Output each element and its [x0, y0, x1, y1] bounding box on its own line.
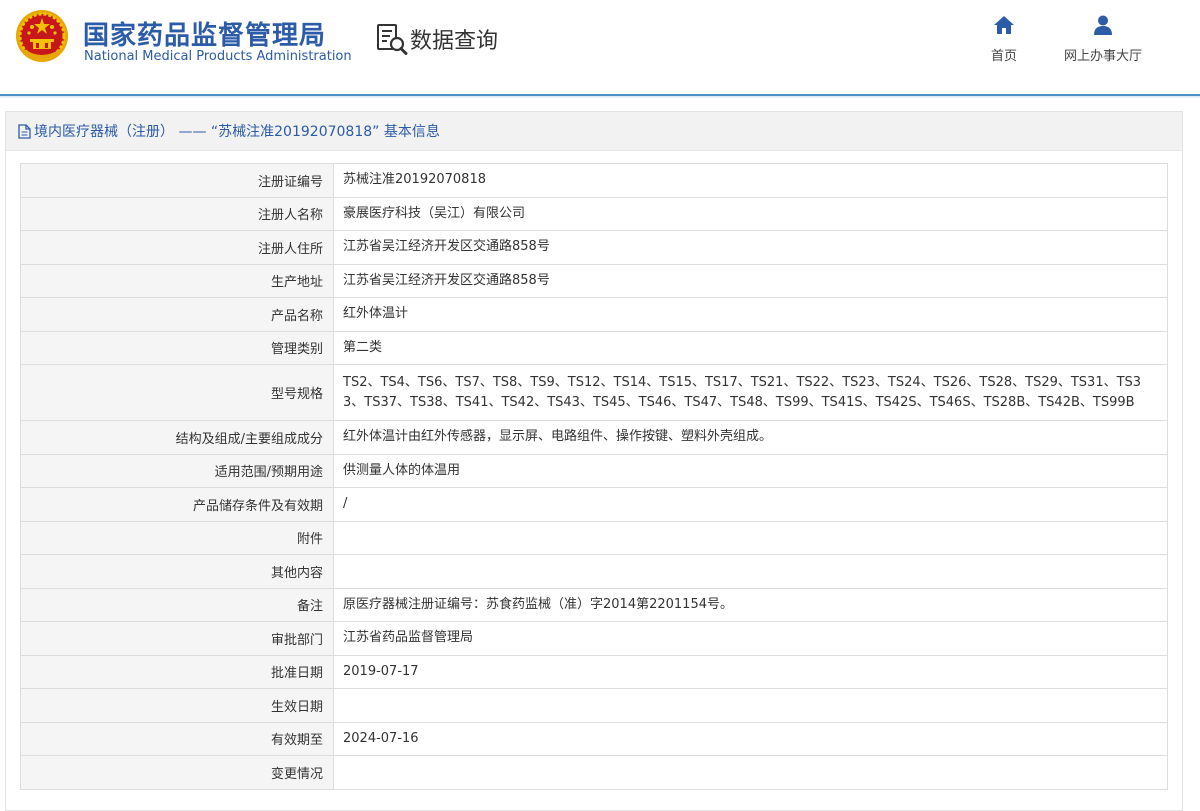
table-row: 管理类别 第二类: [20, 330, 1168, 365]
agency-name-en: National Medical Products Administration: [84, 49, 352, 64]
table-row: 适用范围/预期用途 供测量人体的体温用: [20, 453, 1168, 488]
field-label: 变更情况: [20, 755, 334, 790]
table-row: 生效日期: [20, 688, 1168, 723]
field-label: 产品名称: [20, 297, 334, 332]
nav-home[interactable]: 首页: [982, 14, 1026, 64]
table-row: 变更情况: [20, 755, 1168, 790]
national-emblem-icon[interactable]: [15, 9, 69, 63]
field-value: 红外体温计由红外传感器，显示屏、电路组件、操作按键、塑料外壳组成。: [333, 420, 1168, 455]
field-label: 适用范围/预期用途: [20, 453, 334, 488]
table-row: 其他内容: [20, 554, 1168, 589]
table-row: 有效期至 2024-07-16: [20, 721, 1168, 756]
field-label: 结构及组成/主要组成成分: [20, 420, 334, 455]
field-value: [333, 755, 1168, 790]
panel-title: 境内医疗器械（注册） —— “苏械注准20192070818” 基本信息: [34, 124, 440, 140]
document-search-icon: [377, 24, 408, 55]
table-row: 结构及组成/主要组成成分 红外体温计由红外传感器，显示屏、电路组件、操作按键、塑料…: [20, 420, 1168, 455]
table-row: 备注 原医疗器械注册证编号：苏食药监械（准）字2014第2201154号。: [20, 587, 1168, 622]
field-value: 江苏省药品监督管理局: [333, 621, 1168, 656]
field-value: [333, 520, 1168, 555]
field-label: 注册证编号: [20, 163, 334, 198]
table-row: 审批部门 江苏省药品监督管理局: [20, 621, 1168, 656]
field-value: 供测量人体的体温用: [333, 453, 1168, 488]
field-value: 江苏省吴江经济开发区交通路858号: [333, 230, 1168, 265]
field-label: 注册人名称: [20, 196, 334, 231]
table-row: 生产地址 江苏省吴江经济开发区交通路858号: [20, 263, 1168, 298]
field-label: 审批部门: [20, 621, 334, 656]
document-icon: [18, 123, 31, 139]
table-row: 注册人住所 江苏省吴江经济开发区交通路858号: [20, 230, 1168, 265]
table-row: 产品名称 红外体温计: [20, 297, 1168, 332]
field-value: [333, 554, 1168, 589]
field-label: 型号规格: [20, 364, 334, 421]
table-row: 型号规格 TS2、TS4、TS6、TS7、TS8、TS9、TS12、TS14、TS…: [20, 364, 1168, 421]
detail-panel: 境内医疗器械（注册） —— “苏械注准20192070818” 基本信息 注册证…: [5, 111, 1183, 811]
field-label: 批准日期: [20, 654, 334, 689]
field-label: 附件: [20, 520, 334, 555]
field-value: 苏械注准20192070818: [333, 163, 1168, 198]
field-label: 备注: [20, 587, 334, 622]
field-value: [333, 688, 1168, 723]
registration-info-table: 注册证编号 苏械注准20192070818 注册人名称 豪展医疗科技（吴江）有限公司注…: [20, 163, 1168, 790]
data-query-title: 数据查询: [410, 29, 499, 54]
field-value: 第二类: [333, 330, 1168, 365]
field-label: 生效日期: [20, 688, 334, 723]
field-label: 有效期至: [20, 721, 334, 756]
user-icon: [1094, 15, 1112, 35]
table-row: 附件: [20, 520, 1168, 555]
field-value: 2019-07-17: [333, 654, 1168, 689]
field-label: 其他内容: [20, 554, 334, 589]
field-value: 江苏省吴江经济开发区交通路858号: [333, 263, 1168, 298]
nav-online-service-hall-label: 网上办事大厅: [1063, 49, 1142, 64]
field-value: TS2、TS4、TS6、TS7、TS8、TS9、TS12、TS14、TS15、T…: [333, 364, 1168, 421]
table-row: 注册人名称 豪展医疗科技（吴江）有限公司: [20, 196, 1168, 231]
field-value: 红外体温计: [333, 297, 1168, 332]
field-label: 管理类别: [20, 330, 334, 365]
agency-name-cn: 国家药品监督管理局: [83, 21, 327, 51]
field-value: 原医疗器械注册证编号：苏食药监械（准）字2014第2201154号。: [333, 587, 1168, 622]
field-value: /: [333, 487, 1168, 522]
field-value: 2024-07-16: [333, 721, 1168, 756]
table-row: 注册证编号 苏械注准20192070818: [20, 163, 1168, 198]
site-header: 国家药品监督管理局 National Medical Products Admi…: [0, 0, 1200, 99]
table-row: 产品储存条件及有效期 /: [20, 487, 1168, 522]
field-label: 产品储存条件及有效期: [20, 487, 334, 522]
data-query-heading: 数据查询: [376, 22, 498, 56]
nav-home-label: 首页: [990, 49, 1017, 64]
panel-title-bar: 境内医疗器械（注册） —— “苏械注准20192070818” 基本信息: [6, 112, 1182, 151]
table-row: 批准日期 2019-07-17: [20, 654, 1168, 689]
field-value: 豪展医疗科技（吴江）有限公司: [333, 196, 1168, 231]
nav-online-service-hall[interactable]: 网上办事大厅: [1058, 14, 1148, 64]
field-label: 生产地址: [20, 263, 334, 298]
home-icon: [994, 16, 1014, 34]
field-label: 注册人住所: [20, 230, 334, 265]
